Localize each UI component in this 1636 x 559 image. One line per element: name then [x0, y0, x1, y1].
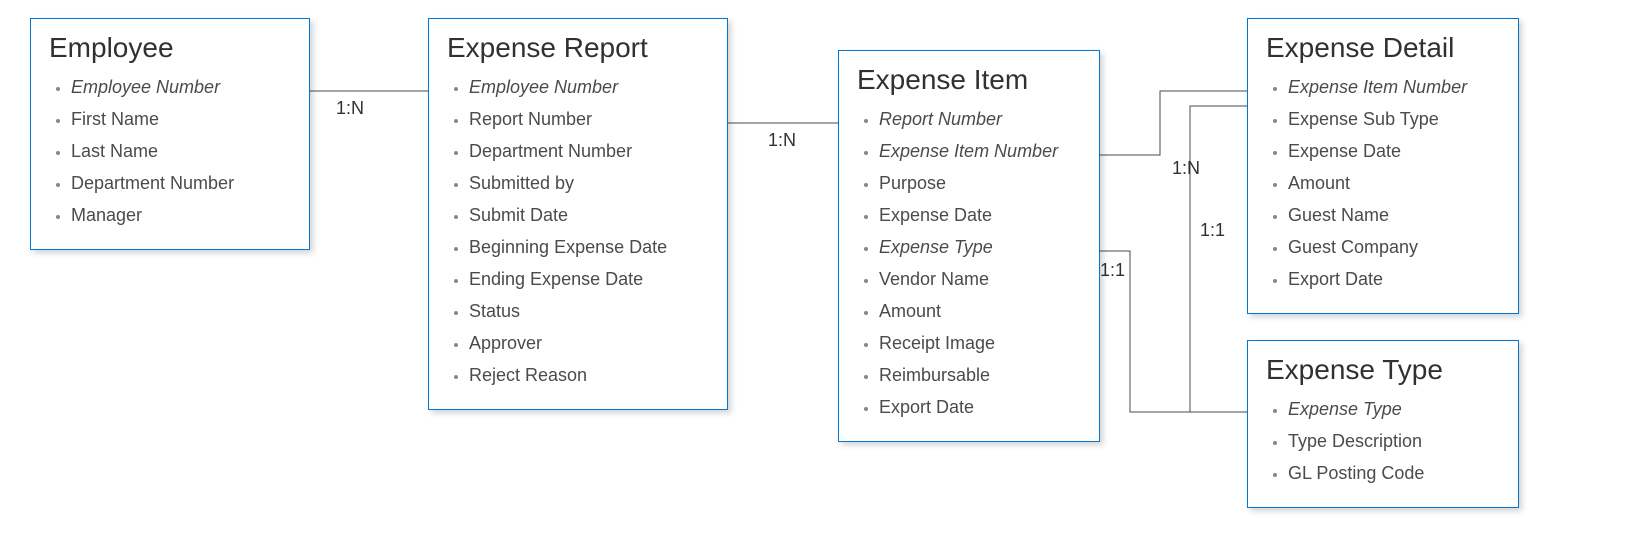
- field: Department Number: [469, 135, 709, 167]
- field: Guest Name: [1288, 199, 1500, 231]
- field: Report Number: [879, 103, 1081, 135]
- field: Type Description: [1288, 425, 1500, 457]
- entity-fields: Report Number Expense Item Number Purpos…: [857, 103, 1081, 423]
- rel-label-item-to-type: 1:1: [1100, 260, 1125, 281]
- field: Export Date: [1288, 263, 1500, 295]
- field: Manager: [71, 199, 291, 231]
- rel-label-detail-to-type: 1:1: [1200, 220, 1225, 241]
- entity-title: Expense Report: [447, 31, 709, 65]
- field: Submitted by: [469, 167, 709, 199]
- field: Beginning Expense Date: [469, 231, 709, 263]
- field: Reject Reason: [469, 359, 709, 391]
- field: Department Number: [71, 167, 291, 199]
- field: Submit Date: [469, 199, 709, 231]
- field: Expense Sub Type: [1288, 103, 1500, 135]
- field: Expense Item Number: [1288, 71, 1500, 103]
- field: Expense Item Number: [879, 135, 1081, 167]
- field: Expense Type: [879, 231, 1081, 263]
- entity-expense-detail: Expense Detail Expense Item Number Expen…: [1247, 18, 1519, 314]
- field: Guest Company: [1288, 231, 1500, 263]
- field: Approver: [469, 327, 709, 359]
- entity-title: Employee: [49, 31, 291, 65]
- er-diagram-canvas: 1:N 1:N 1:N 1:1 1:1 Employee Employee Nu…: [0, 0, 1636, 559]
- entity-fields: Expense Type Type Description GL Posting…: [1266, 393, 1500, 489]
- field: Amount: [879, 295, 1081, 327]
- entity-expense-report: Expense Report Employee Number Report Nu…: [428, 18, 728, 410]
- entity-title: Expense Detail: [1266, 31, 1500, 65]
- field: Expense Type: [1288, 393, 1500, 425]
- entity-expense-item: Expense Item Report Number Expense Item …: [838, 50, 1100, 442]
- field: Receipt Image: [879, 327, 1081, 359]
- entity-title: Expense Type: [1266, 353, 1500, 387]
- field: Expense Date: [1288, 135, 1500, 167]
- rel-label-item-to-detail: 1:N: [1172, 158, 1200, 179]
- entity-fields: Employee Number First Name Last Name Dep…: [49, 71, 291, 231]
- entity-expense-type: Expense Type Expense Type Type Descripti…: [1247, 340, 1519, 508]
- entity-fields: Expense Item Number Expense Sub Type Exp…: [1266, 71, 1500, 295]
- field: Purpose: [879, 167, 1081, 199]
- field: GL Posting Code: [1288, 457, 1500, 489]
- field: Export Date: [879, 391, 1081, 423]
- entity-fields: Employee Number Report Number Department…: [447, 71, 709, 391]
- field: Ending Expense Date: [469, 263, 709, 295]
- field: Status: [469, 295, 709, 327]
- field: Amount: [1288, 167, 1500, 199]
- rel-label-employee-to-report: 1:N: [336, 98, 364, 119]
- field: Report Number: [469, 103, 709, 135]
- entity-employee: Employee Employee Number First Name Last…: [30, 18, 310, 250]
- rel-label-report-to-item: 1:N: [768, 130, 796, 151]
- field: Employee Number: [71, 71, 291, 103]
- field: Expense Date: [879, 199, 1081, 231]
- field: Reimbursable: [879, 359, 1081, 391]
- field: Vendor Name: [879, 263, 1081, 295]
- field: Employee Number: [469, 71, 709, 103]
- field: Last Name: [71, 135, 291, 167]
- entity-title: Expense Item: [857, 63, 1081, 97]
- field: First Name: [71, 103, 291, 135]
